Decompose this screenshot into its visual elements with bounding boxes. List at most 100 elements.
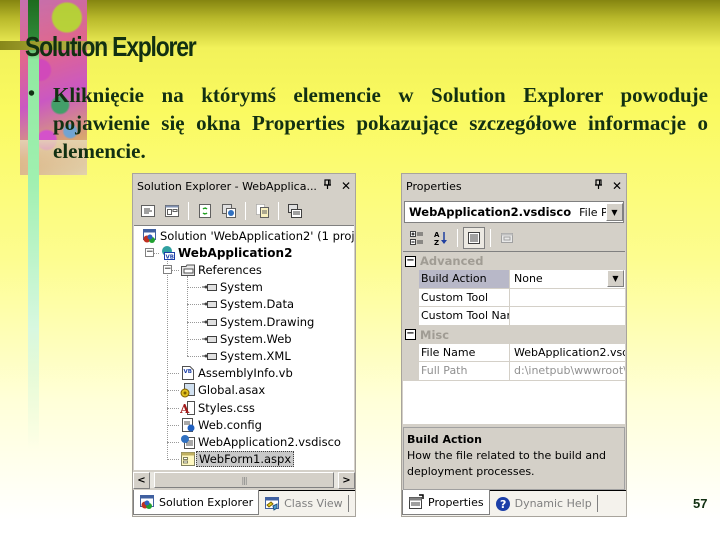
tree-item[interactable]: A Styles.css xyxy=(179,399,257,416)
property-value[interactable]: WebApplication2.vsdisco xyxy=(510,344,625,362)
tree-item[interactable]: Solution 'WebApplication2' (1 project) xyxy=(142,227,354,244)
vb-file-icon: VB xyxy=(180,365,196,381)
tree-item-label: WebApplication2.vsdisco xyxy=(198,434,341,449)
property-name[interactable]: Custom Tool xyxy=(419,288,510,306)
property-row[interactable]: Custom Tool xyxy=(403,288,625,307)
view-code-button[interactable] xyxy=(137,200,159,222)
references-folder-icon xyxy=(180,262,196,278)
property-row[interactable]: Full Pathd:\inetpub\wwwroot\WebApplicati… xyxy=(403,362,625,381)
tree-item-label: System xyxy=(220,280,263,295)
property-value[interactable]: d:\inetpub\wwwroot\WebApplication2\WebAp… xyxy=(510,362,625,380)
category-name: Misc xyxy=(420,327,450,342)
scroll-right-button[interactable]: > xyxy=(338,472,355,489)
properties-tab-icon xyxy=(409,494,424,509)
scroll-thumb[interactable]: ||| xyxy=(154,472,334,488)
chevron-down-icon[interactable]: ▼ xyxy=(606,203,623,221)
show-all-files-icon xyxy=(222,204,236,218)
solution-explorer-tabs: Solution Explorer Class View xyxy=(133,490,355,516)
svg-text:A: A xyxy=(434,231,440,239)
tree-item[interactable]: WebApplication2.vsdisco xyxy=(180,433,343,450)
vsdisco-file-icon xyxy=(180,434,196,450)
config-file-icon xyxy=(180,417,196,433)
tree-item[interactable]: System.XML xyxy=(202,347,293,364)
close-icon[interactable]: ✕ xyxy=(337,179,355,193)
property-name[interactable]: Full Path xyxy=(419,362,510,380)
tree-connector-line xyxy=(167,259,168,460)
tree-item[interactable]: System.Drawing xyxy=(202,313,316,330)
properties-toolbar: AZ xyxy=(402,225,626,251)
tree-item[interactable]: WebForm1.aspx xyxy=(180,451,295,468)
property-value[interactable]: None xyxy=(510,270,606,288)
property-name[interactable]: Custom Tool Namespace xyxy=(419,307,510,325)
close-icon[interactable]: ✕ xyxy=(608,179,626,193)
vb-project-icon: VB xyxy=(160,245,176,261)
solution-explorer-panel: Solution Explorer - WebApplica... ✕ Solu… xyxy=(132,173,356,517)
tree-connector-line xyxy=(187,304,201,306)
tree-item[interactable]: VB WebApplication2 xyxy=(160,244,294,261)
property-category[interactable]: − Advanced xyxy=(403,252,625,270)
tab-dynamic-help[interactable]: ? Dynamic Help xyxy=(490,495,598,512)
tree-item[interactable]: System.Web xyxy=(202,330,294,347)
property-pages-button[interactable] xyxy=(496,227,518,249)
properties-view-button[interactable] xyxy=(463,227,485,249)
tab-solution-explorer[interactable]: Solution Explorer xyxy=(133,490,260,515)
property-name[interactable]: File Name xyxy=(419,343,510,361)
object-selector-dropdown[interactable]: WebApplication2.vsdisco File Properties … xyxy=(404,201,624,223)
tab-class-view[interactable]: Class View xyxy=(259,495,349,512)
alphabetical-button[interactable]: AZ xyxy=(430,227,452,249)
toolbar-separator xyxy=(490,229,491,247)
tree-item[interactable]: VB AssemblyInfo.vb xyxy=(180,365,295,382)
svg-text:VB: VB xyxy=(166,254,174,260)
property-value[interactable] xyxy=(510,289,625,307)
refresh-button[interactable] xyxy=(194,200,216,222)
tab-properties[interactable]: Properties xyxy=(402,490,490,515)
collapse-icon[interactable]: − xyxy=(405,255,416,267)
tree-item[interactable]: Web.config xyxy=(180,416,264,433)
tree-item-label: System.Drawing xyxy=(220,314,315,329)
property-category[interactable]: − Misc xyxy=(403,325,625,344)
categorized-button[interactable] xyxy=(406,227,428,249)
pin-icon[interactable] xyxy=(319,179,337,193)
property-row[interactable]: Custom Tool Namespace xyxy=(403,307,625,326)
properties-title: Properties xyxy=(406,179,462,193)
description-heading: Build Action xyxy=(407,433,482,446)
class-view-icon xyxy=(265,496,280,511)
pin-icon[interactable] xyxy=(590,179,608,193)
view-designer-button[interactable] xyxy=(161,200,183,222)
scroll-left-button[interactable]: < xyxy=(133,472,150,489)
code-view-icon xyxy=(141,205,155,217)
tree-connector-line xyxy=(167,441,179,443)
collapse-toggle[interactable]: − xyxy=(163,265,172,275)
property-value[interactable] xyxy=(510,307,625,325)
solution-explorer-title: Solution Explorer - WebApplica... xyxy=(137,179,317,193)
property-name[interactable]: Build Action xyxy=(419,270,510,288)
tree-item-label: WebForm1.aspx xyxy=(196,451,295,468)
tree-connector-line xyxy=(187,338,201,340)
property-row[interactable]: Build Action None ▼ xyxy=(403,270,625,289)
collapse-toggle[interactable]: − xyxy=(145,248,154,258)
property-pages-icon xyxy=(501,233,513,243)
show-all-files-button[interactable] xyxy=(218,200,240,222)
global-asax-icon xyxy=(180,382,196,398)
tree-connector-line xyxy=(167,424,179,426)
tree-item[interactable]: References xyxy=(180,261,264,278)
solution-explorer-titlebar: Solution Explorer - WebApplica... ✕ xyxy=(133,174,355,198)
chevron-down-icon[interactable]: ▼ xyxy=(607,270,624,287)
reference-icon xyxy=(202,314,218,330)
tree-item[interactable]: System xyxy=(202,279,265,296)
properties-list-icon xyxy=(468,232,480,244)
copy-project-button[interactable] xyxy=(251,200,273,222)
tree-item[interactable]: System.Data xyxy=(202,296,296,313)
tree-item[interactable]: Global.asax xyxy=(180,382,267,399)
tree-item-label: AssemblyInfo.vb xyxy=(198,366,293,381)
property-row[interactable]: File NameWebApplication2.vsdisco xyxy=(403,343,625,362)
alphabetical-sort-icon: AZ xyxy=(434,231,447,246)
horizontal-scrollbar[interactable]: < ||| > xyxy=(133,471,355,489)
tree-connector-line xyxy=(187,287,201,289)
reference-icon xyxy=(202,296,218,312)
solution-tree[interactable]: Solution 'WebApplication2' (1 project)−V… xyxy=(134,225,354,470)
row-gutter xyxy=(403,288,419,306)
collapse-icon[interactable]: − xyxy=(405,329,416,340)
properties-button[interactable] xyxy=(284,200,306,222)
webform-icon xyxy=(180,451,196,467)
